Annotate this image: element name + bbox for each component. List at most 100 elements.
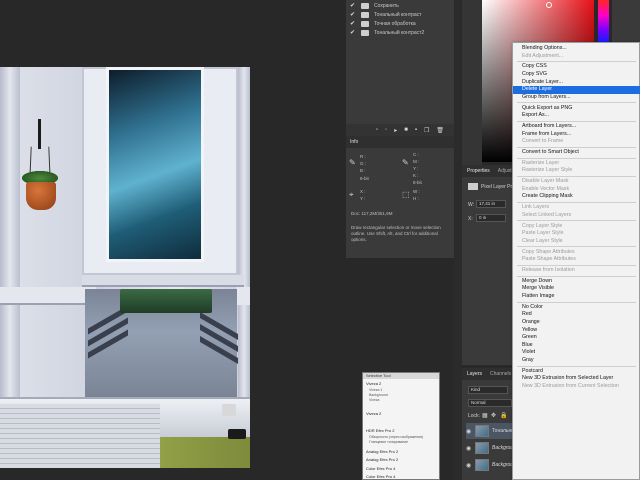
info-doc-size: Doc: 117,2M/351,9M xyxy=(351,211,393,216)
filter-section-title[interactable]: HDR Efex Pro 2 xyxy=(366,428,438,433)
dock-strip xyxy=(462,0,482,165)
info-r: R : xyxy=(360,154,366,159)
new-snapshot-icon[interactable]: ▫ xyxy=(376,127,378,133)
document-canvas[interactable] xyxy=(0,67,250,468)
hue-slider[interactable] xyxy=(598,0,609,45)
tab-channels[interactable]: Channels xyxy=(490,371,511,377)
menu-item-artboard-from-layers[interactable]: Artboard from Layers... xyxy=(513,123,640,131)
menu-item-new-3d-extrusion-from-current-selection[interactable]: New 3D Extrusion from Current Selection xyxy=(513,383,640,391)
check-icon[interactable]: ✔ xyxy=(350,21,356,27)
history-panel: ✔ Сохранить ✔ Тональный контраст ✔ Точна… xyxy=(346,0,454,124)
check-icon[interactable]: ✔ xyxy=(350,3,356,9)
menu-item-create-clipping-mask[interactable]: Create Clipping Mask xyxy=(513,193,640,201)
menu-item-merge-down[interactable]: Merge Down xyxy=(513,278,640,286)
menu-item-rasterize-layer[interactable]: Rasterize Layer xyxy=(513,160,640,168)
filter-line: Background xyxy=(369,393,388,397)
check-icon[interactable]: ✔ xyxy=(350,12,356,18)
menu-item-enable-vector-mask[interactable]: Enable Vector Mask xyxy=(513,186,640,194)
menu-item-new-3d-extrusion-from-selected-layer[interactable]: New 3D Extrusion from Selected Layer xyxy=(513,375,640,383)
filter-section-title[interactable]: Color Efex Pro 4 xyxy=(366,466,438,471)
info-y-coord: Y : xyxy=(360,196,366,201)
menu-item-link-layers[interactable]: Link Layers xyxy=(513,204,640,212)
layer-filter-kind[interactable]: Kind xyxy=(468,386,508,394)
filter-section-title[interactable]: Color Efex Pro 4 xyxy=(366,474,438,479)
menu-item-merge-visible[interactable]: Merge Visible xyxy=(513,285,640,293)
filter-section-title[interactable]: Viveza 2 xyxy=(366,411,438,416)
info-m: M : xyxy=(413,159,420,164)
info-help-text: Draw rectangular selection or move selec… xyxy=(351,225,441,242)
menu-item-rasterize-layer-style[interactable]: Rasterize Layer Style xyxy=(513,167,640,175)
filter-section-title[interactable]: Analog Efex Pro 2 xyxy=(366,457,438,462)
menu-item-clear-layer-style[interactable]: Clear Layer Style xyxy=(513,238,640,246)
history-item-label: Точная обработка xyxy=(374,20,416,27)
layer-thumbnail xyxy=(475,442,489,454)
menu-item-copy-svg[interactable]: Copy SVG xyxy=(513,71,640,79)
menu-item-group-from-layers[interactable]: Group from Layers... xyxy=(513,94,640,102)
eye-icon[interactable]: ◉ xyxy=(466,462,472,469)
menu-item-convert-to-smart-object[interactable]: Convert to Smart Object xyxy=(513,149,640,157)
photo-shutter xyxy=(0,404,160,468)
menu-item-frame-from-layers[interactable]: Frame from Layers... xyxy=(513,131,640,139)
camera-icon[interactable]: ◦ xyxy=(385,127,387,133)
menu-item-green[interactable]: Green xyxy=(513,334,640,342)
eye-icon[interactable]: ◉ xyxy=(466,428,472,435)
menu-item-release-from-isolation[interactable]: Release from Isolation xyxy=(513,267,640,275)
photo-ledge xyxy=(0,287,96,305)
blend-mode-select[interactable]: Normal xyxy=(468,399,512,407)
menu-item-paste-layer-style[interactable]: Paste Layer Style xyxy=(513,230,640,238)
lock-position-icon[interactable]: ✥ xyxy=(491,412,496,419)
filter-section-title[interactable]: Viveza 2 xyxy=(366,381,438,386)
menu-item-blue[interactable]: Blue xyxy=(513,342,640,350)
menu-item-violet[interactable]: Violet xyxy=(513,349,640,357)
menu-separator xyxy=(517,365,636,367)
eye-icon[interactable]: ◉ xyxy=(466,445,472,452)
filter-section-title[interactable]: Analog Efex Pro 2 xyxy=(366,449,438,454)
photo-hook xyxy=(38,119,41,149)
photo-pillar-left xyxy=(0,67,20,397)
menu-item-postcard[interactable]: Postcard xyxy=(513,368,640,376)
stop-icon[interactable]: ■ xyxy=(404,127,408,133)
info-w: W : xyxy=(413,189,420,194)
layer-filter-kind-label: Kind xyxy=(471,387,481,392)
lock-pixels-icon[interactable]: ▦ xyxy=(482,412,488,419)
photo-window-glass xyxy=(106,67,204,262)
properties-width-field[interactable]: 17,41 in xyxy=(476,200,506,208)
menu-item-convert-to-frame[interactable]: Convert to Frame xyxy=(513,138,640,146)
menu-item-copy-css[interactable]: Copy CSS xyxy=(513,63,640,71)
tab-properties[interactable]: Properties xyxy=(467,168,490,174)
info-tab-label: Info xyxy=(350,139,359,145)
menu-item-orange[interactable]: Orange xyxy=(513,319,640,327)
menu-item-red[interactable]: Red xyxy=(513,311,640,319)
color-picker-cursor[interactable] xyxy=(546,2,552,8)
history-toolbar: ▫ ◦ ▸ ■ ▪ ❐ 🗑 xyxy=(346,124,454,136)
menu-item-duplicate-layer[interactable]: Duplicate Layer... xyxy=(513,79,640,87)
menu-item-select-linked-layers[interactable]: Select Linked Layers xyxy=(513,212,640,220)
menu-item-no-color[interactable]: No Color xyxy=(513,304,640,312)
menu-item-export-as[interactable]: Export As... xyxy=(513,112,640,120)
menu-item-delete-layer[interactable]: Delete Layer xyxy=(513,86,640,94)
info-tab[interactable]: Info xyxy=(346,136,454,148)
menu-item-copy-layer-style[interactable]: Copy Layer Style xyxy=(513,223,640,231)
menu-item-flatten-image[interactable]: Flatten Image xyxy=(513,293,640,301)
lock-all-icon[interactable]: 🔒 xyxy=(500,412,507,419)
trash-icon[interactable]: 🗑 xyxy=(436,127,444,134)
info-g: G : xyxy=(360,161,367,166)
menu-item-gray[interactable]: Gray xyxy=(513,357,640,365)
menu-item-blending-options[interactable]: Blending Options... xyxy=(513,45,640,53)
selection-size-icon: ⬚ xyxy=(402,190,410,199)
photo-pillar-right xyxy=(238,67,250,397)
menu-item-paste-shape-attributes[interactable]: Paste Shape Attributes xyxy=(513,256,640,264)
menu-item-copy-shape-attributes[interactable]: Copy Shape Attributes xyxy=(513,249,640,257)
duplicate-icon[interactable]: ❐ xyxy=(424,127,429,134)
menu-item-disable-layer-mask[interactable]: Disable Layer Mask xyxy=(513,178,640,186)
menu-item-yellow[interactable]: Yellow xyxy=(513,327,640,335)
history-item[interactable]: ✔ Тональный контраст2 xyxy=(350,27,450,38)
add-icon[interactable]: ▪ xyxy=(415,127,417,133)
menu-separator xyxy=(517,301,636,303)
menu-item-quick-export-as-png[interactable]: Quick Export as PNG xyxy=(513,105,640,113)
play-icon[interactable]: ▸ xyxy=(394,127,397,134)
menu-item-edit-adjustment[interactable]: Edit Adjustment... xyxy=(513,53,640,61)
properties-x-field[interactable]: 0 in xyxy=(476,214,506,222)
tab-layers[interactable]: Layers xyxy=(467,371,482,377)
check-icon[interactable]: ✔ xyxy=(350,30,356,36)
